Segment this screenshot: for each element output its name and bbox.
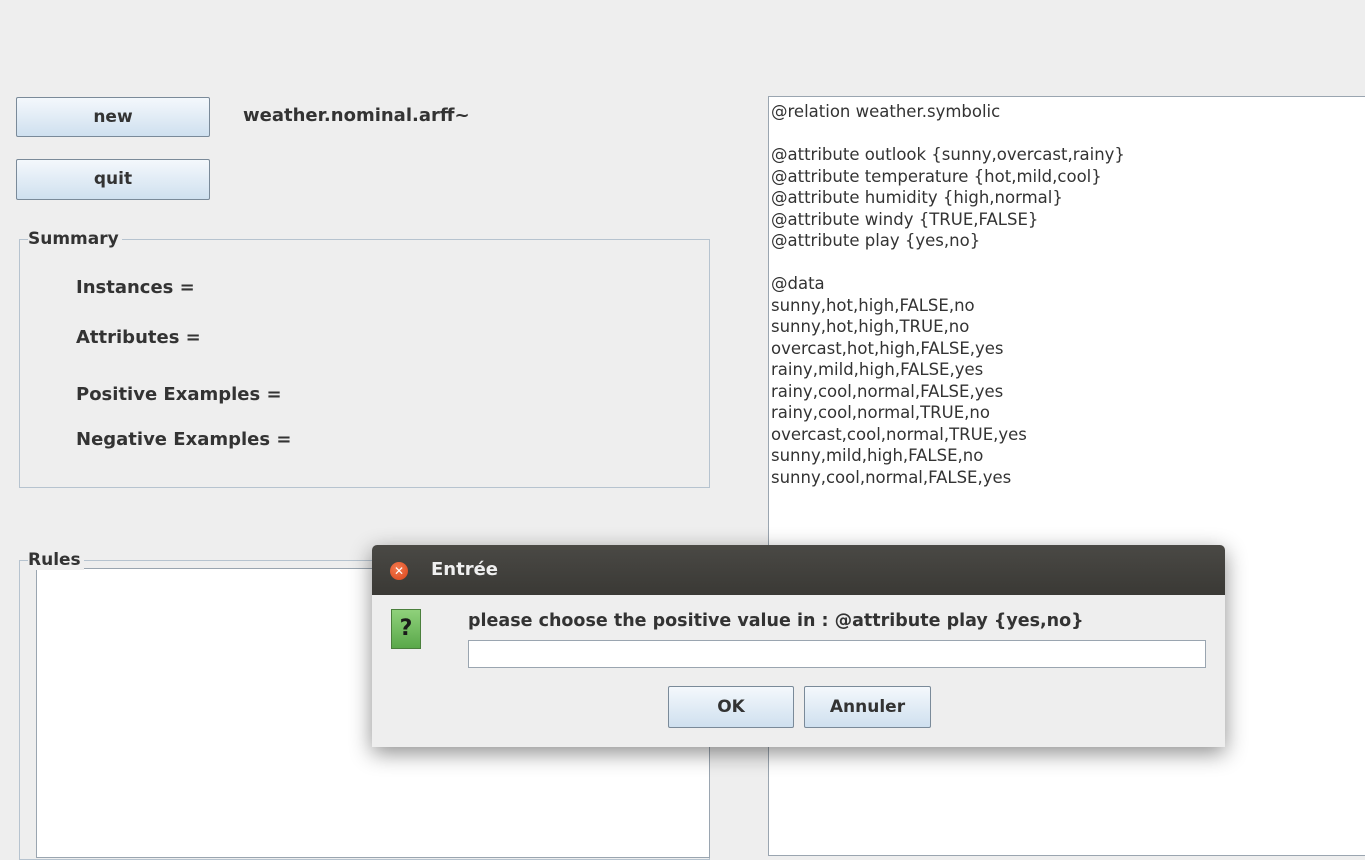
dialog-prompt: please choose the positive value in : @a… xyxy=(468,611,1084,631)
quit-button[interactable]: quit xyxy=(16,159,210,200)
text-line: @attribute humidity {high,normal} xyxy=(771,188,1063,207)
dialog-title-bar[interactable]: ✕ Entrée xyxy=(372,545,1225,595)
close-icon[interactable]: ✕ xyxy=(390,562,408,580)
text-line: @attribute temperature {hot,mild,cool} xyxy=(771,166,1102,186)
dialog-title: Entrée xyxy=(431,559,499,580)
question-icon: ? xyxy=(391,609,421,649)
answer-input[interactable] xyxy=(468,640,1206,668)
ok-button[interactable]: OK xyxy=(668,686,794,728)
input-dialog: ✕ Entrée ? please choose the positive va… xyxy=(372,545,1225,747)
text-line: sunny,mild,high,FALSE,no xyxy=(771,446,984,465)
text-line: rainy,mild,high,FALSE,yes xyxy=(771,360,984,379)
file-name: weather.nominal.arff~ xyxy=(243,105,470,126)
text-line: overcast,cool,normal,TRUE,yes xyxy=(771,424,1027,444)
new-button[interactable]: new xyxy=(16,97,210,137)
instances-label: Instances = xyxy=(76,277,195,298)
text-line: rainy,cool,normal,FALSE,yes xyxy=(771,381,1004,401)
text-line: rainy,cool,normal,TRUE,no xyxy=(771,403,990,422)
text-line: @attribute windy {TRUE,FALSE} xyxy=(771,209,1039,229)
negative-examples-label: Negative Examples = xyxy=(76,429,292,450)
text-line: sunny,hot,high,TRUE,no xyxy=(771,317,970,336)
text-line: @attribute outlook {sunny,overcast,rainy… xyxy=(771,145,1125,164)
summary-title: Summary xyxy=(28,229,122,249)
text-line: @relation weather.symbolic xyxy=(771,102,1001,121)
text-line: overcast,hot,high,FALSE,yes xyxy=(771,338,1004,358)
text-line: @attribute play {yes,no} xyxy=(771,231,981,250)
positive-examples-label: Positive Examples = xyxy=(76,384,282,405)
text-line: sunny,hot,high,FALSE,no xyxy=(771,295,975,315)
rules-title: Rules xyxy=(28,550,84,570)
text-line: @data xyxy=(771,274,825,293)
attributes-label: Attributes = xyxy=(76,327,201,348)
text-line: sunny,cool,normal,FALSE,yes xyxy=(771,467,1012,487)
cancel-button[interactable]: Annuler xyxy=(804,686,931,728)
